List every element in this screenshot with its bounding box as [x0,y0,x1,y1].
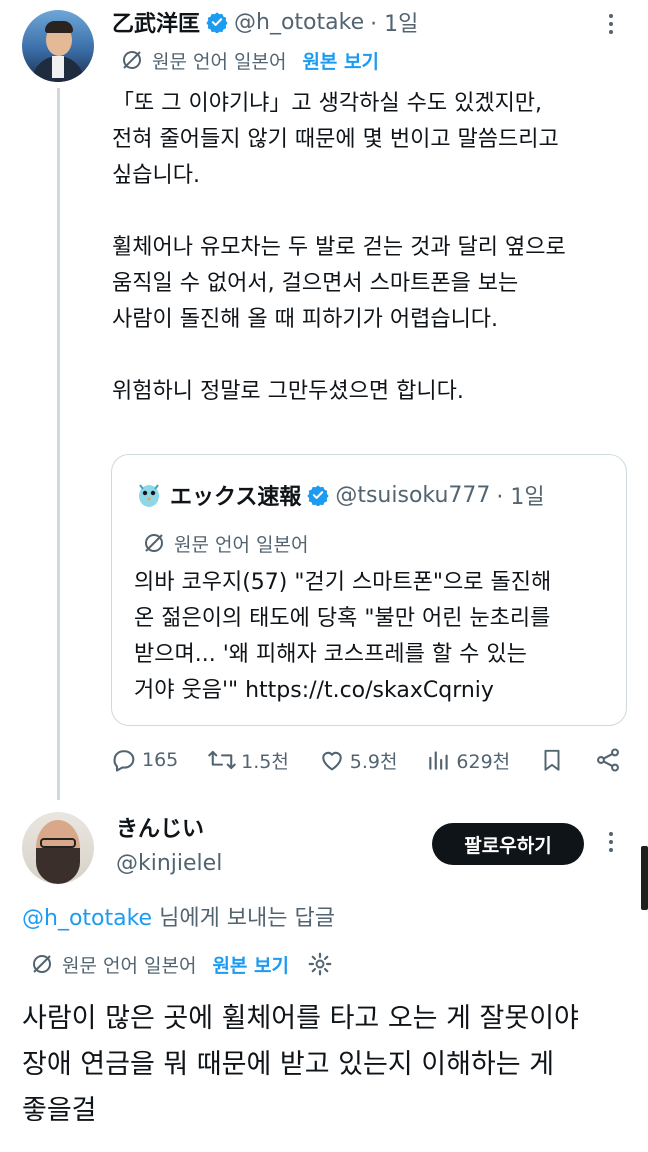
translate-icon [123,51,141,69]
share-icon [596,748,619,772]
tweet-header: 乙武洋匡 @h_ototake · 1일 [112,6,418,38]
replying-to-suffix: 님에게 보내는 답글 [152,906,335,931]
tweet-line: 「또 그 이야기냐」고 생각하실 수도 있겠지만, [112,91,543,116]
tweet-time[interactable]: · 1일 [370,6,418,38]
quote-line: 거야 웃음'" https://t.co/skaxCqrniy [134,678,494,703]
more-options-icon[interactable] [607,830,615,854]
translation-info: 원문 언어 일본어 원본 보기 [120,46,379,74]
reply-body: 사람이 많은 곳에 휠체어를 타고 오는 게 잘못이야 장애 연금을 뭐 때문에… [22,996,638,1134]
tweet-line: 위험하니 정말로 그만두셨으면 합니다. [112,379,464,404]
quoted-tweet-card[interactable]: エックス速報 @tsuisoku777 · 1일 원문 언어 일본어 의바 코우… [111,454,627,726]
translate-icon [33,955,51,973]
follow-button[interactable]: 팔로우하기 [432,823,584,865]
view-count: 629천 [456,750,511,773]
like-count: 5.9천 [349,750,398,773]
share-button[interactable] [594,746,622,774]
quote-translation-info: 원문 언어 일본어 [142,529,308,557]
reply-line: 장애 연금을 뭐 때문에 받고 있는지 이해하는 게 [22,1049,555,1080]
heart-icon [321,751,342,771]
tweet-line: 휠체어나 유모차는 두 발로 걷는 것과 달리 옆으로 [112,235,566,260]
reply-translate-label: 원문 언어 일본어 [62,954,197,977]
reply-author-name[interactable]: きんじい [116,814,204,846]
reply-icon [113,750,135,772]
quote-header: エックス速報 @tsuisoku777 · 1일 [134,479,545,511]
quote-time: · 1일 [496,485,545,510]
repost-button[interactable]: 1.5천 [207,746,289,774]
reply-translation-info: 원문 언어 일본어 원본 보기 [30,950,333,978]
tweet-line: 싶습니다. [112,163,200,188]
tweet-action-bar: 165 1.5천 5.9천 629천 [110,742,622,778]
like-button[interactable]: 5.9천 [318,746,398,774]
thread-connector-line [57,88,60,800]
quote-translate-label: 원문 언어 일본어 [174,533,309,556]
quote-body: 의바 코우지(57) "걷기 스마트폰"으로 돌진해 온 젊은이의 태도에 당혹… [134,565,614,709]
show-original-link[interactable]: 원본 보기 [302,47,379,74]
reply-count: 165 [142,749,179,771]
reply-author-avatar[interactable] [22,812,94,884]
quote-author-handle[interactable]: @tsuisoku777 [335,483,490,508]
analytics-icon [429,751,449,770]
more-options-icon[interactable] [607,12,615,36]
reply-button[interactable]: 165 [110,746,178,774]
bookmark-icon [544,749,560,771]
reply-author-handle[interactable]: @kinjielel [116,848,222,880]
translate-icon [145,534,163,552]
verified-badge-icon [307,485,329,506]
bookmark-button[interactable] [539,746,565,774]
tweet-line: 사람이 돌진해 올 때 피하기가 어렵습니다. [112,307,499,332]
author-handle[interactable]: @h_ototake [234,10,364,35]
scrollbar-thumb[interactable] [641,846,648,910]
tweet-body: 「또 그 이야기냐」고 생각하실 수도 있겠지만, 전혀 줄어들지 않기 때문에… [112,86,632,410]
quote-line: 온 젊은이의 태도에 당혹 "불만 어린 눈초리를 [134,606,551,631]
replying-to-handle-link[interactable]: @h_ototake [22,906,152,931]
repost-icon [208,750,236,770]
verified-badge-icon [206,12,228,33]
reply-show-original-link[interactable]: 원본 보기 [212,951,289,978]
author-avatar[interactable] [22,10,94,82]
repost-count: 1.5천 [241,750,289,773]
replying-to-line: @h_ototake 님에게 보내는 답글 [22,903,335,935]
author-name[interactable]: 乙武洋匡 [112,6,200,38]
quote-author-name[interactable]: エックス速報 [170,479,301,511]
tweet-line: 움직일 수 없어서, 걸으면서 스마트폰을 보는 [112,271,519,296]
translate-label: 원문 언어 일본어 [152,50,287,73]
tweet-line: 전혀 줄어들지 않기 때문에 몇 번이고 말씀드리고 [112,127,559,152]
bird-avatar-icon [135,481,163,509]
gear-icon[interactable] [307,951,333,977]
quote-line: 받으며... '왜 피해자 코스프레를 할 수 있는 [134,642,527,667]
reply-line: 좋을걸 [22,1095,97,1126]
quote-line: 의바 코우지(57) "걷기 스마트폰"으로 돌진해 [134,570,552,595]
reply-line: 사람이 많은 곳에 휠체어를 타고 오는 게 잘못이야 [22,1003,579,1034]
views-button[interactable]: 629천 [426,746,510,774]
